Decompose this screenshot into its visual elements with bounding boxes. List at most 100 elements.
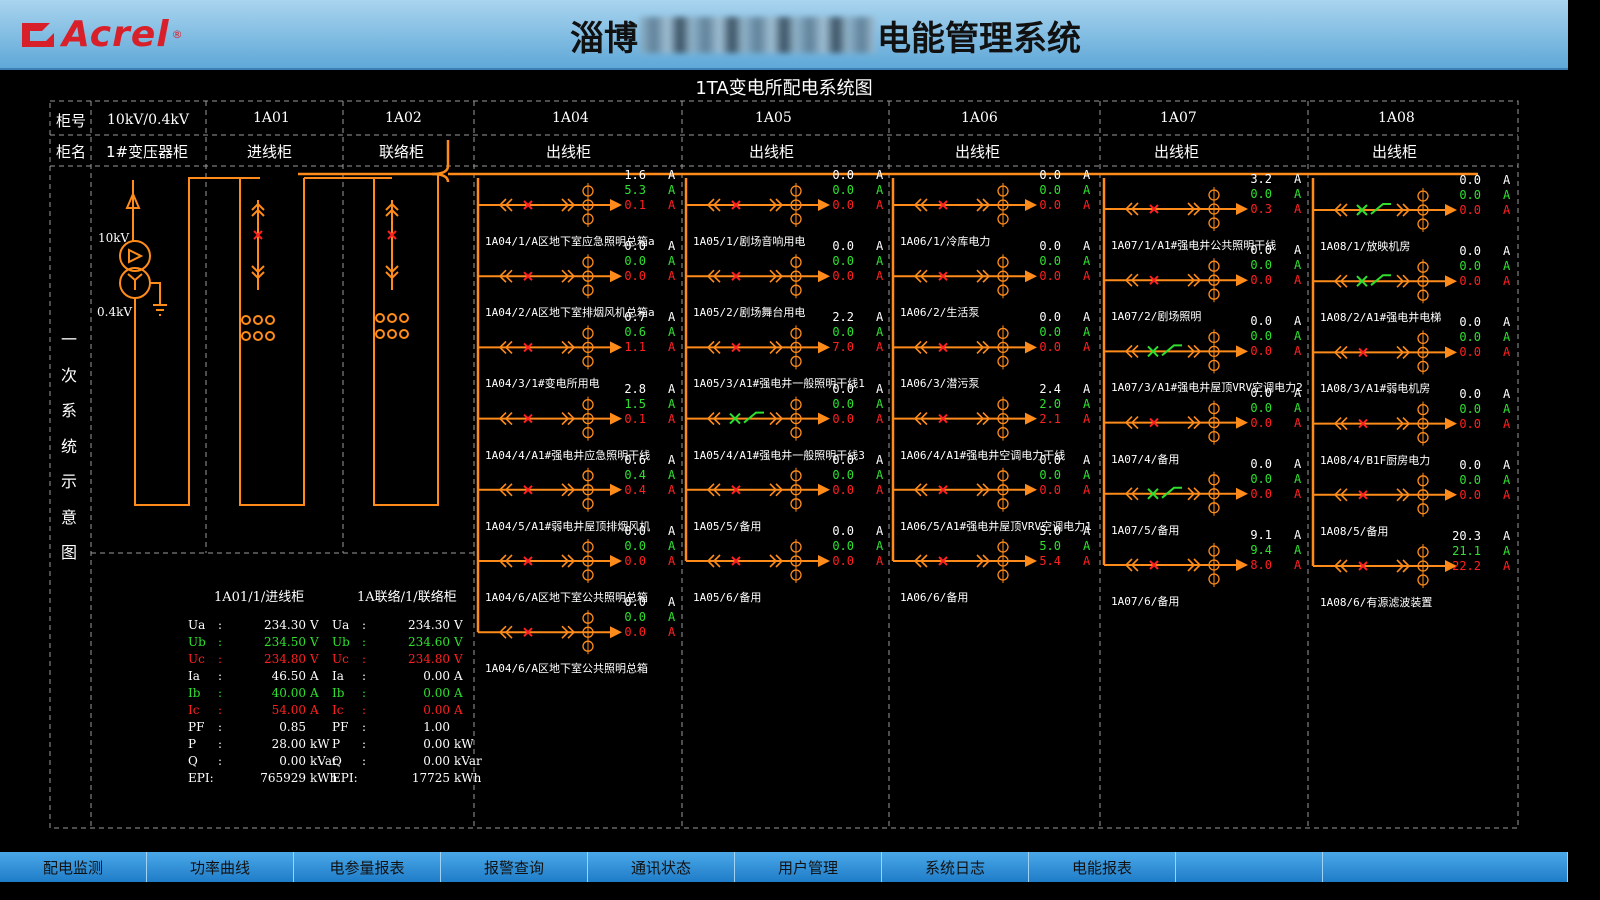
nav-item[interactable] [1323,852,1568,882]
meter-colon: : [218,669,223,683]
circuit-name: 1A06/1/冷库电力 [900,235,991,248]
meter-unit: kVar [454,754,482,768]
nav-item[interactable]: 电参量报表 [294,852,441,882]
feeder-circuit [478,539,622,583]
current-unit: A [1294,273,1302,288]
meter-unit: A [454,669,463,683]
current-ia: 3.2 [1250,172,1272,186]
current-ib: 0.0 [624,610,646,625]
circuit-name: 1A08/2/A1#强电井电梯 [1320,311,1442,325]
meter-key: Ub [332,635,350,649]
meter-unit: kWh [454,771,482,785]
current-unit: A [876,396,884,411]
side-label-char: 意 [60,507,77,527]
current-ic: 7.0 [832,340,854,355]
current-unit: A [668,198,676,212]
feeder-circuit [1313,544,1457,588]
current-ic: 0.0 [1039,482,1061,497]
current-ic: 0.1 [624,198,646,212]
current-ia: 0.0 [624,524,646,538]
current-unit: A [1083,482,1091,497]
current-ic: 0.0 [1250,344,1272,359]
cabinet-name: 出线柜 [1154,143,1200,161]
current-ib: 0.0 [1250,187,1272,201]
nav-item[interactable]: 用户管理 [735,852,882,882]
circuit-name: 1A07/2/剧场照明 [1111,310,1202,324]
nav-item[interactable]: 通讯状态 [588,852,735,882]
current-unit: A [1083,452,1091,467]
current-ia: 0.0 [1459,457,1481,472]
current-ic: 0.0 [832,554,854,568]
meter-row: Ua: 234.30 V [188,617,338,634]
circuit-name: 1A07/4/备用 [1111,452,1180,466]
current-unit: A [668,625,676,640]
current-ib: 0.0 [1039,467,1061,482]
current-unit: A [668,340,676,355]
current-ic: 2.1 [1039,411,1061,426]
meter-unit: V [310,635,319,649]
meter-value: 54.00 [271,703,306,717]
current-ia: 0.0 [1250,385,1272,400]
circuit-name: 1A05/6/备用 [693,591,762,604]
nav-item[interactable]: 功率曲线 [147,852,294,882]
current-unit: A [1294,258,1302,273]
meter-key: PF [332,720,349,734]
cabinet-name: 出线柜 [546,143,592,161]
current-ic: 0.0 [832,269,854,284]
meter-value: 0.00 [423,754,450,768]
meter-key: P [332,737,341,751]
incoming-cabinet-symbol [200,177,305,506]
meter-unit: V [310,618,319,632]
current-unit: A [1083,310,1091,325]
current-ia: 1.6 [624,168,646,182]
nav-item[interactable]: 电能报表 [1029,852,1176,882]
nav-item[interactable] [1176,852,1323,882]
feeder-circuit [893,396,1037,441]
meter-key: Uc [188,652,205,666]
current-unit: A [1503,188,1511,202]
current-unit: A [876,340,884,355]
side-label-char: 次 [60,365,77,385]
current-ic: 0.0 [624,269,646,284]
circuit-name: 1A05/1/剧场音响用电 [693,235,806,248]
current-ia: 0.0 [832,524,854,538]
current-unit: A [1083,554,1091,568]
feeder-circuit [1104,329,1248,374]
nav-item[interactable]: 配电监测 [0,852,147,882]
lv-label: 0.4kV [97,305,133,319]
circuit-name: 1A05/5/备用 [693,519,762,533]
meter-value: 28.00 [271,737,306,751]
current-ic: 5.4 [1039,554,1061,568]
nav-item[interactable]: 系统日志 [882,852,1029,882]
current-ia: 2.2 [832,310,854,325]
transformer-code: 10kV/0.4kV [107,112,189,128]
current-unit: A [1503,559,1511,573]
meter-row: Ic: 0.00 A [332,702,482,719]
feeder-circuit [893,325,1037,370]
current-unit: A [1503,203,1511,217]
current-ic: 0.0 [1039,340,1061,355]
current-ia: 0.7 [624,310,646,325]
feeder-circuit [478,467,622,512]
meter-value: 0.85 [279,720,306,734]
meter-unit: V [454,652,463,666]
feeder-circuit [893,467,1037,512]
meter-key: Ib [188,686,201,700]
meter-unit: A [310,686,319,700]
current-ib: 0.0 [1250,329,1272,344]
current-ib: 0.0 [1039,254,1061,269]
meter-value: 0.00 [423,669,450,683]
nav-item[interactable]: 报警查询 [441,852,588,882]
meter-colon: : [218,618,223,632]
current-ia: 0.0 [1459,173,1481,187]
meter-unit: A [310,669,319,683]
current-unit: A [1294,528,1302,542]
meter-colon: : [362,737,367,751]
meter-key: Ua [188,618,206,632]
current-ic: 0.0 [832,482,854,497]
meter-row: P: 0.00 kW [332,736,482,753]
circuit-name: 1A08/1/放映机房 [1320,240,1411,253]
feeder-circuit [686,396,830,441]
meter-colon: : [362,720,367,734]
current-unit: A [1503,173,1511,187]
